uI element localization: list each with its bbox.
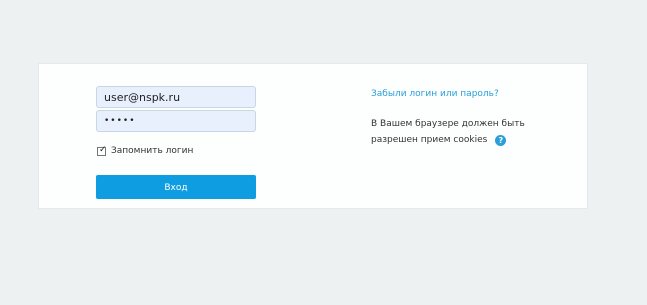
cookies-note: В Вашем браузере должен быть разрешен пр… (371, 116, 571, 148)
login-card: ✓ Запомнить логин Вход Забыли логин или … (38, 63, 588, 209)
login-page: ✓ Запомнить логин Вход Забыли логин или … (0, 0, 647, 305)
question-circle-icon[interactable]: ? (495, 135, 507, 146)
info-panel: Забыли логин или пароль? В Вашем браузер… (371, 89, 571, 148)
remember-login-row[interactable]: ✓ Запомнить логин (97, 144, 256, 158)
remember-login-label[interactable]: Запомнить логин (111, 146, 193, 156)
login-form: ✓ Запомнить логин Вход (96, 86, 256, 199)
username-input[interactable] (96, 86, 256, 108)
checkmark-icon: ✓ (99, 144, 107, 155)
remember-login-checkbox[interactable]: ✓ (97, 144, 107, 156)
forgot-password-link[interactable]: Забыли логин или пароль? (371, 89, 571, 103)
password-input[interactable] (96, 110, 256, 132)
login-button[interactable]: Вход (96, 175, 256, 199)
cookies-note-line2: разрешен прием cookies (371, 135, 488, 145)
cookies-note-line1: В Вашем браузере должен быть (371, 119, 525, 129)
